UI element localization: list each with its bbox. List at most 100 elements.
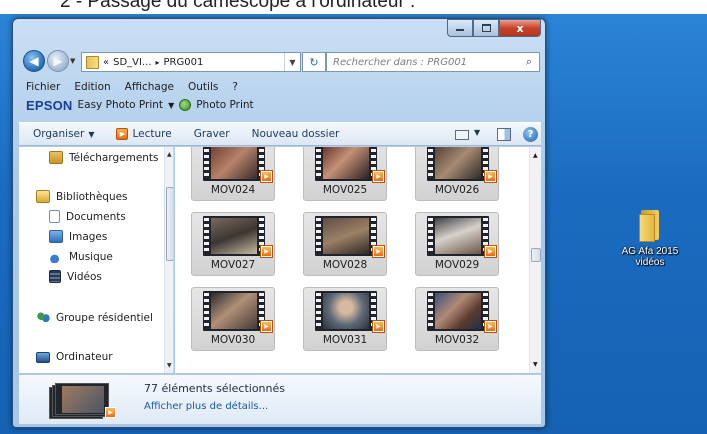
play-button[interactable]: ▶ Lecture	[116, 128, 172, 140]
navigation-pane: Téléchargements Bibliothèques Documents …	[19, 147, 174, 373]
file-item[interactable]: ▶ MOV032	[415, 287, 499, 351]
file-item[interactable]: ▶ MOV028	[303, 212, 387, 276]
address-chevron[interactable]: «	[103, 57, 109, 68]
dropdown-arrow-icon[interactable]: ▼	[168, 101, 174, 110]
forward-arrow-icon: ▶	[53, 54, 63, 68]
file-name: MOV025	[322, 184, 368, 196]
refresh-icon: ↻	[309, 55, 319, 69]
folder-icon	[639, 208, 661, 242]
nav-item-label: Groupe résidentiel	[56, 311, 153, 324]
video-badge-icon: ▶	[260, 170, 273, 183]
video-badge-icon: ▶	[372, 320, 385, 333]
file-item[interactable]: ▶ MOV031	[303, 287, 387, 351]
nav-item-music[interactable]: Musique	[49, 250, 113, 263]
address-dropdown[interactable]: ▼	[284, 53, 300, 71]
scroll-down-icon[interactable]: ▼	[167, 362, 172, 369]
minimize-button[interactable]	[447, 19, 473, 37]
maximize-button[interactable]	[473, 19, 499, 37]
change-view-icon[interactable]	[455, 130, 469, 140]
burn-label: Graver	[193, 128, 230, 140]
video-thumbnail	[427, 291, 489, 331]
breadcrumb-separator-icon[interactable]: ▸	[156, 58, 160, 67]
video-thumbnail	[315, 291, 377, 331]
video-badge-icon: ▶	[484, 320, 497, 333]
forward-button[interactable]: ▶	[47, 50, 69, 72]
caption-buttons: x	[447, 19, 541, 37]
breadcrumb-prg001[interactable]: PRG001	[164, 57, 204, 68]
breadcrumb-sd-video[interactable]: SD_VI...	[113, 57, 151, 68]
easy-photo-print-button[interactable]: Easy Photo Print	[78, 99, 164, 111]
file-item[interactable]: ▶ MOV027	[191, 212, 275, 276]
photo-print-button[interactable]: Photo Print	[196, 99, 253, 111]
nav-item-label: Musique	[69, 250, 113, 263]
command-bar: Organiser ▼ ▶ Lecture Graver Nouveau dos…	[19, 122, 541, 146]
file-item[interactable]: ▶ MOV029	[415, 212, 499, 276]
nav-item-libraries[interactable]: Bibliothèques	[36, 190, 128, 203]
menu-tools[interactable]: Outils	[188, 81, 218, 95]
chevron-down-icon: ▼	[289, 57, 296, 67]
play-icon: ▶	[116, 128, 129, 140]
file-name: MOV032	[434, 334, 480, 346]
libraries-icon	[36, 190, 50, 203]
close-button[interactable]: x	[499, 19, 541, 37]
file-item[interactable]: ▶ MOV030	[191, 287, 275, 351]
search-icon[interactable]: ⌕	[519, 55, 539, 69]
scroll-thumb[interactable]	[531, 248, 541, 262]
search-input[interactable]: Rechercher dans : PRG001 ⌕	[326, 52, 540, 72]
menu-file[interactable]: Fichier	[26, 81, 60, 95]
organize-button[interactable]: Organiser ▼	[33, 128, 94, 140]
menu-view[interactable]: Affichage	[125, 81, 174, 95]
nav-item-videos[interactable]: Vidéos	[49, 270, 102, 283]
video-thumbnail	[203, 291, 265, 331]
file-item[interactable]: ▶ MOV025	[303, 147, 387, 201]
explorer-window: x ◀ ▶ ▼ « SD_VI... ▸ PRG001 ▼ ↻ Recherch…	[12, 18, 546, 428]
menu-help[interactable]: ?	[232, 81, 238, 95]
show-more-details-link[interactable]: Afficher plus de détails...	[144, 401, 268, 412]
new-folder-button[interactable]: Nouveau dossier	[252, 128, 340, 140]
nav-item-homegroup[interactable]: Groupe résidentiel	[36, 311, 153, 324]
scroll-up-icon[interactable]: ▲	[533, 152, 538, 159]
file-name: MOV029	[434, 259, 480, 271]
nav-scrollbar[interactable]: ▲ ▼	[164, 147, 173, 373]
refresh-button[interactable]: ↻	[302, 52, 326, 72]
scroll-down-icon[interactable]: ▼	[533, 361, 538, 368]
pictures-icon	[49, 230, 63, 243]
back-button[interactable]: ◀	[23, 50, 45, 72]
address-bar[interactable]: « SD_VI... ▸ PRG001 ▼	[81, 52, 301, 72]
new-folder-label: Nouveau dossier	[251, 128, 340, 140]
nav-item-computer[interactable]: Ordinateur	[36, 351, 113, 363]
view-options-dropdown[interactable]: ▼	[474, 128, 480, 137]
selection-count: 77 éléments sélectionnés	[144, 382, 285, 395]
video-thumbnail	[203, 147, 265, 181]
epson-logo: EPSON	[26, 97, 73, 113]
selection-stack-thumbnail: ▶	[49, 379, 116, 421]
file-list-scrollbar[interactable]: ▲ ▼	[529, 147, 541, 373]
computer-icon	[36, 351, 50, 363]
maximize-icon	[481, 24, 491, 32]
nav-item-images[interactable]: Images	[49, 230, 107, 243]
burn-button[interactable]: Graver	[194, 128, 230, 140]
recent-pages-dropdown[interactable]: ▼	[70, 57, 75, 65]
documents-icon	[49, 210, 60, 223]
photo-print-icon	[179, 99, 192, 111]
nav-item-documents[interactable]: Documents	[49, 210, 126, 223]
preview-pane-icon[interactable]	[497, 128, 511, 141]
video-thumbnail	[427, 147, 489, 181]
scroll-up-icon[interactable]: ▲	[167, 151, 172, 158]
document-heading: 2 - Passage du caméscope à l'ordinateur …	[60, 0, 416, 12]
file-item[interactable]: ▶ MOV024	[191, 147, 275, 201]
menu-bar: Fichier Edition Affichage Outils ?	[26, 81, 238, 95]
file-name: MOV024	[210, 184, 256, 196]
video-badge-icon: ▶	[372, 170, 385, 183]
details-pane: ▶ 77 éléments sélectionnés Afficher plus…	[19, 374, 541, 424]
desktop-folder[interactable]: AG Afa 2015 vidéos	[615, 208, 685, 268]
scroll-thumb[interactable]	[166, 187, 173, 261]
nav-item-label: Téléchargements	[69, 151, 159, 164]
nav-item-downloads[interactable]: Téléchargements	[49, 151, 159, 164]
document-heading-strip: 2 - Passage du caméscope à l'ordinateur …	[0, 0, 707, 14]
help-icon[interactable]: ?	[523, 127, 538, 142]
file-item[interactable]: ▶ MOV026	[415, 147, 499, 201]
file-name: MOV028	[322, 259, 368, 271]
video-badge-icon: ▶	[260, 245, 273, 258]
menu-edit[interactable]: Edition	[74, 81, 110, 95]
